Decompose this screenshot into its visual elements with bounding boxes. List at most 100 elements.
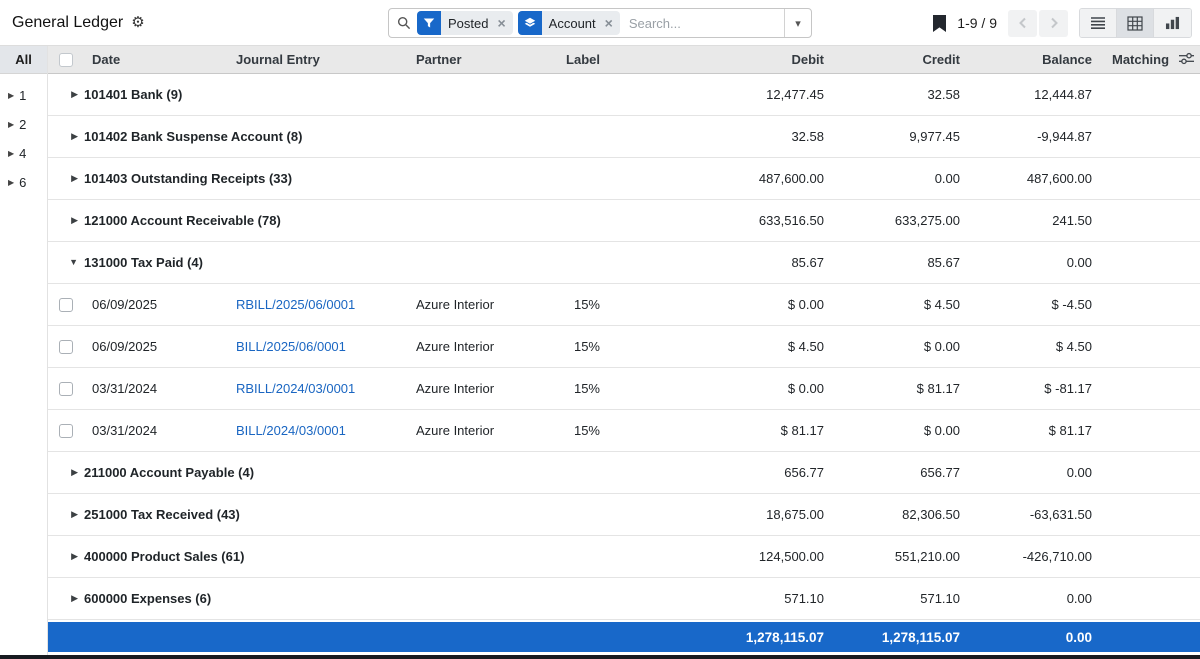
facet-account[interactable]: Account × — [518, 11, 620, 35]
account-group-row[interactable]: ▶101401 Bank (9)12,477.4532.5812,444.87 — [48, 74, 1200, 116]
row-checkbox[interactable] — [59, 424, 73, 438]
column-header-journal-entry[interactable]: Journal Entry — [228, 52, 408, 67]
line-balance: $ -81.17 — [972, 381, 1104, 396]
chevron-down-icon: ▼ — [69, 258, 78, 267]
sidebar-item-label: 2 — [19, 117, 26, 132]
group-debit: 487,600.00 — [610, 171, 836, 186]
group-balance: -63,631.50 — [972, 507, 1104, 522]
search-input[interactable] — [625, 9, 784, 37]
group-debit: 633,516.50 — [610, 213, 836, 228]
sidebar-item-2[interactable]: ▶ 2 — [0, 110, 47, 139]
total-balance: 0.00 — [972, 630, 1104, 645]
total-credit: 1,278,115.07 — [836, 630, 972, 645]
facet-posted[interactable]: Posted × — [417, 11, 513, 35]
group-debit: 656.77 — [610, 465, 836, 480]
close-icon[interactable]: × — [495, 11, 512, 35]
line-date: 03/31/2024 — [84, 423, 228, 438]
group-toggle[interactable]: ▶ — [48, 174, 84, 183]
facet-label: Account — [542, 11, 603, 35]
account-group-row[interactable]: ▶400000 Product Sales (61)124,500.00551,… — [48, 536, 1200, 578]
view-graph-button[interactable] — [1154, 9, 1191, 37]
view-pivot-button[interactable] — [1117, 9, 1154, 37]
table-header: Date Journal Entry Partner Label Debit C… — [48, 46, 1200, 74]
group-balance: 0.00 — [972, 591, 1104, 606]
account-group-name: 211000 Account Payable (4) — [84, 465, 610, 480]
account-group-row[interactable]: ▼131000 Tax Paid (4)85.6785.670.00 — [48, 242, 1200, 284]
search-icon — [389, 16, 417, 30]
line-date: 06/09/2025 — [84, 297, 228, 312]
column-options-icon[interactable] — [1179, 52, 1194, 68]
account-group-row[interactable]: ▶101403 Outstanding Receipts (33)487,600… — [48, 158, 1200, 200]
column-header-date[interactable]: Date — [84, 52, 228, 67]
journal-entry-link[interactable]: RBILL/2025/06/0001 — [236, 297, 355, 312]
line-balance: $ 81.17 — [972, 423, 1104, 438]
column-header-debit[interactable]: Debit — [610, 52, 836, 67]
line-debit: $ 4.50 — [610, 339, 836, 354]
sidebar-item-6[interactable]: ▶ 6 — [0, 168, 47, 197]
group-credit: 82,306.50 — [836, 507, 972, 522]
line-label: 15% — [550, 423, 610, 438]
column-header-balance[interactable]: Balance — [972, 52, 1104, 67]
group-balance: 0.00 — [972, 255, 1104, 270]
journal-entry-link[interactable]: BILL/2024/03/0001 — [236, 423, 346, 438]
row-checkbox[interactable] — [59, 340, 73, 354]
group-toggle[interactable]: ▶ — [48, 90, 84, 99]
bookmark-icon[interactable] — [933, 15, 946, 32]
sidebar-item-4[interactable]: ▶ 4 — [0, 139, 47, 168]
pager-next-button[interactable] — [1039, 10, 1068, 37]
sidebar-items: ▶ 1 ▶ 2 ▶ 4 ▶ 6 — [0, 74, 47, 197]
group-toggle[interactable]: ▶ — [48, 552, 84, 561]
group-toggle[interactable]: ▶ — [48, 468, 84, 477]
group-debit: 18,675.00 — [610, 507, 836, 522]
chevron-right-icon: ▶ — [71, 132, 78, 141]
journal-entry-link[interactable]: RBILL/2024/03/0001 — [236, 381, 355, 396]
account-group-row[interactable]: ▶600000 Expenses (6)571.10571.100.00 — [48, 578, 1200, 620]
journal-entry-link[interactable]: BILL/2025/06/0001 — [236, 339, 346, 354]
chevron-right-icon: ▶ — [8, 121, 14, 129]
pager-previous-button[interactable] — [1008, 10, 1037, 37]
line-balance: $ -4.50 — [972, 297, 1104, 312]
search-dropdown-toggle[interactable]: ▾ — [784, 9, 811, 37]
account-group-row[interactable]: ▶121000 Account Receivable (78)633,516.5… — [48, 200, 1200, 242]
group-toggle[interactable]: ▶ — [48, 594, 84, 603]
line-partner: Azure Interior — [408, 381, 550, 396]
group-debit: 32.58 — [610, 129, 836, 144]
close-icon[interactable]: × — [603, 11, 620, 35]
group-toggle[interactable]: ▶ — [48, 132, 84, 141]
group-credit: 551,210.00 — [836, 549, 972, 564]
gear-icon[interactable]: ⚙ — [131, 15, 144, 30]
group-sidebar: All ▶ 1 ▶ 2 ▶ 4 ▶ 6 — [0, 46, 48, 659]
chevron-right-icon: ▶ — [71, 552, 78, 561]
row-select-cell — [48, 382, 84, 396]
bottom-edge — [0, 655, 1200, 659]
view-list-button[interactable] — [1080, 9, 1117, 37]
journal-item-row[interactable]: 06/09/2025RBILL/2025/06/0001Azure Interi… — [48, 284, 1200, 326]
group-toggle[interactable]: ▶ — [48, 510, 84, 519]
column-header-label[interactable]: Label — [550, 52, 610, 67]
account-group-row[interactable]: ▶251000 Tax Received (43)18,675.0082,306… — [48, 494, 1200, 536]
account-group-row[interactable]: ▶101402 Bank Suspense Account (8)32.589,… — [48, 116, 1200, 158]
line-label: 15% — [550, 297, 610, 312]
total-debit: 1,278,115.07 — [610, 630, 836, 645]
column-header-credit[interactable]: Credit — [836, 52, 972, 67]
journal-item-row[interactable]: 06/09/2025BILL/2025/06/0001Azure Interio… — [48, 326, 1200, 368]
view-switcher — [1079, 8, 1192, 38]
row-checkbox[interactable] — [59, 382, 73, 396]
journal-item-row[interactable]: 03/31/2024 BILL/2024/03/0001 Azure Interio… — [48, 410, 1200, 452]
sidebar-item-all[interactable]: All — [0, 46, 47, 74]
select-all-checkbox[interactable] — [59, 53, 73, 67]
column-header-matching[interactable]: Matching — [1112, 52, 1169, 67]
sidebar-item-1[interactable]: ▶ 1 — [0, 81, 47, 110]
account-group-name: 101402 Bank Suspense Account (8) — [84, 129, 610, 144]
group-balance: -9,944.87 — [972, 129, 1104, 144]
journal-item-row[interactable]: 03/31/2024RBILL/2024/03/0001Azure Interi… — [48, 368, 1200, 410]
group-toggle[interactable]: ▶ — [48, 216, 84, 225]
pager-value: 1-9 / 9 — [957, 15, 997, 31]
column-header-partner[interactable]: Partner — [408, 52, 550, 67]
group-toggle[interactable]: ▼ — [48, 258, 84, 267]
row-checkbox[interactable] — [59, 298, 73, 312]
line-partner: Azure Interior — [408, 423, 550, 438]
chevron-right-icon: ▶ — [71, 90, 78, 99]
account-group-row[interactable]: ▶211000 Account Payable (4)656.77656.770… — [48, 452, 1200, 494]
top-bar: General Ledger ⚙ Posted × Account × ▾ — [0, 0, 1200, 46]
